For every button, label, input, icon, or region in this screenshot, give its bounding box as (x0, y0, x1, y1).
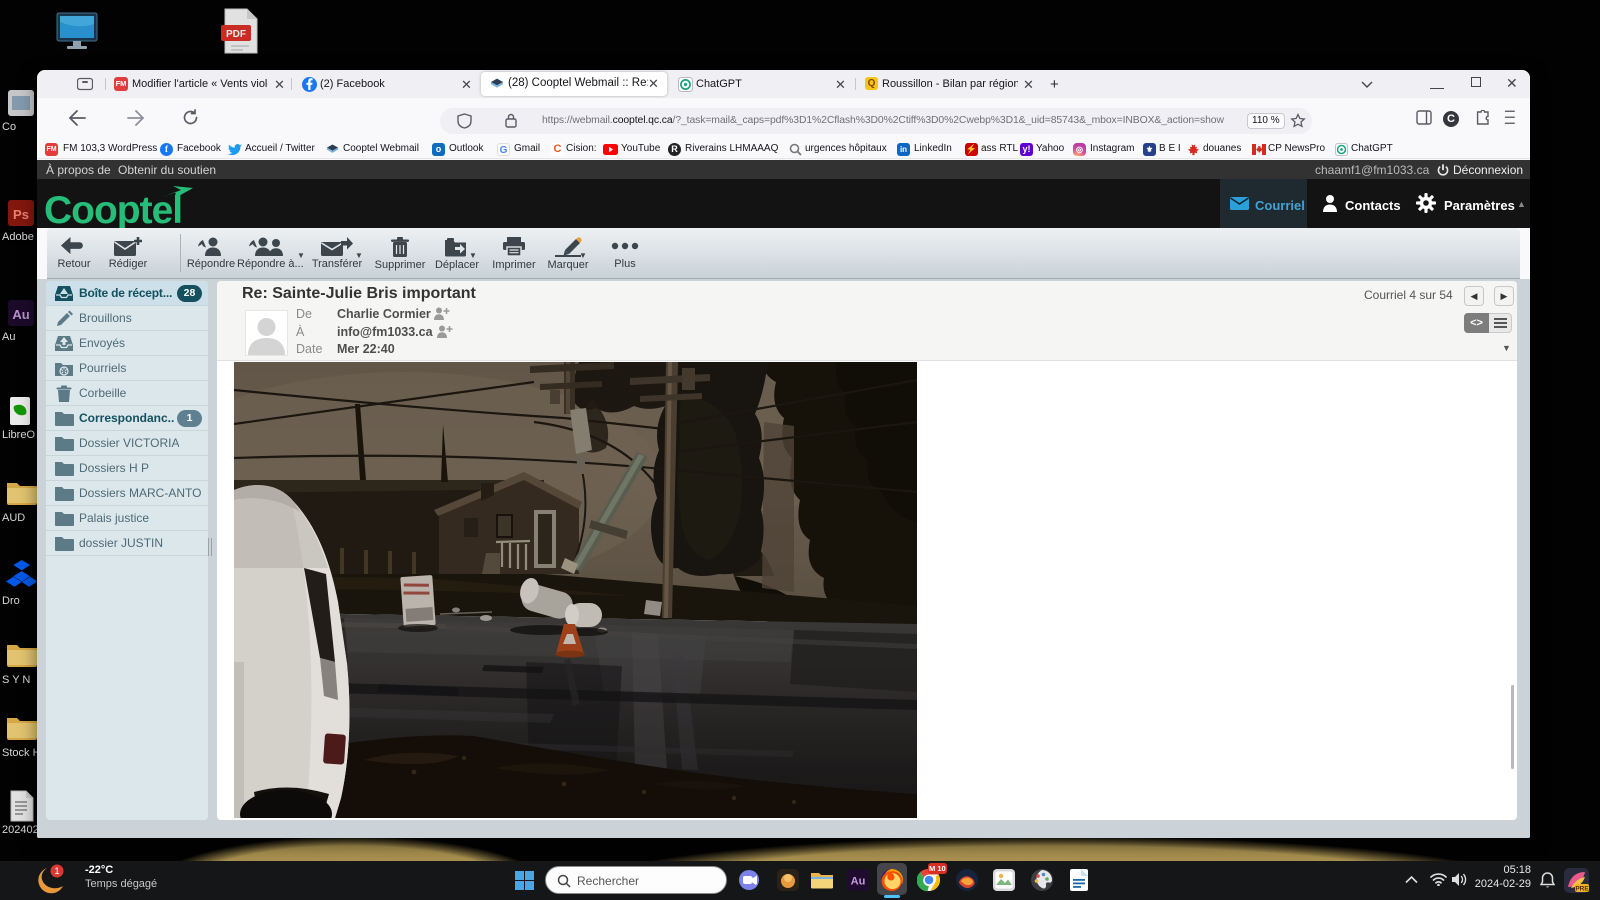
svg-text:Au: Au (12, 307, 29, 322)
svg-text:Au: Au (851, 876, 866, 888)
svg-text:Ps: Ps (13, 207, 29, 222)
svg-text:PRE: PRE (1575, 885, 1589, 892)
svg-text:1: 1 (54, 866, 59, 876)
svg-text:PDF: PDF (226, 29, 246, 40)
